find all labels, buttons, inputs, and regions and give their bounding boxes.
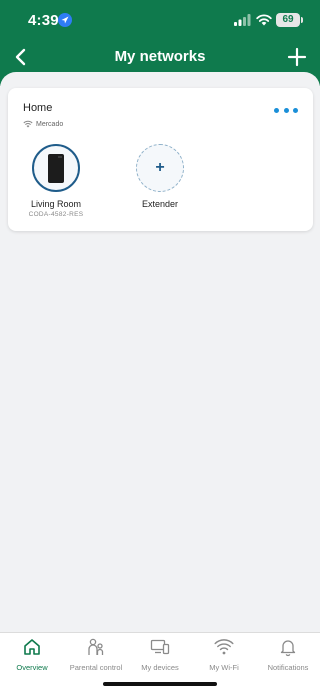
ssid-name: Mercado — [36, 120, 64, 128]
tab-label: Parental control — [69, 663, 123, 672]
device-name: Living Room — [30, 199, 82, 209]
more-horizontal-icon-dot — [293, 107, 298, 113]
tab-overview[interactable]: Overview — [0, 637, 64, 672]
wifi-icon — [214, 639, 234, 655]
plus-icon — [287, 47, 307, 67]
tab-parental-control[interactable]: Parental control — [64, 637, 128, 672]
tab-label: Notifications — [267, 663, 309, 672]
back-button[interactable] — [8, 44, 34, 70]
extender-label: Extender — [141, 199, 179, 209]
bell-icon — [280, 640, 296, 657]
tab-label: Overview — [16, 663, 48, 672]
cellular-signal-icon — [234, 14, 251, 26]
location-arrow-icon — [58, 13, 72, 27]
tab-my-devices[interactable]: My devices — [128, 637, 192, 672]
battery-tip — [301, 17, 303, 23]
battery-level: 69 — [276, 13, 300, 27]
add-extender-button[interactable]: + Extender — [120, 144, 200, 209]
nav-bar: My networks — [0, 42, 320, 72]
more-options-button[interactable] — [274, 104, 298, 116]
more-horizontal-icon — [274, 107, 279, 113]
plus-icon: + — [155, 159, 165, 176]
tab-notifications[interactable]: Notifications — [256, 637, 320, 672]
tab-label: My devices — [141, 663, 179, 672]
device-living-room[interactable]: Living Room CODA-4582-RES — [16, 144, 96, 218]
add-extender-circle: + — [136, 144, 184, 192]
device-id: CODA-4582-RES — [28, 211, 84, 218]
wifi-icon — [23, 120, 33, 128]
network-name: Home — [23, 102, 53, 114]
ssid-row: Mercado — [23, 118, 63, 130]
network-card[interactable]: Home Mercado Living Room CODA-4582-RES +… — [8, 88, 313, 231]
more-horizontal-icon-dot — [283, 107, 289, 113]
wifi-status-icon — [256, 14, 272, 26]
add-network-button[interactable] — [284, 44, 310, 70]
status-time: 4:39 — [28, 12, 59, 29]
chevron-left-icon — [15, 48, 26, 66]
parental-icon — [88, 638, 104, 655]
router-icon — [48, 153, 64, 183]
page-title: My networks — [114, 48, 206, 65]
home-icon — [24, 639, 40, 655]
tab-label: My Wi-Fi — [209, 663, 239, 672]
tab-my-wifi[interactable]: My Wi-Fi — [192, 637, 256, 672]
status-bar: 4:39 69 — [0, 0, 320, 40]
devices-icon — [150, 639, 170, 655]
home-indicator — [103, 682, 217, 686]
device-circle — [32, 144, 80, 192]
